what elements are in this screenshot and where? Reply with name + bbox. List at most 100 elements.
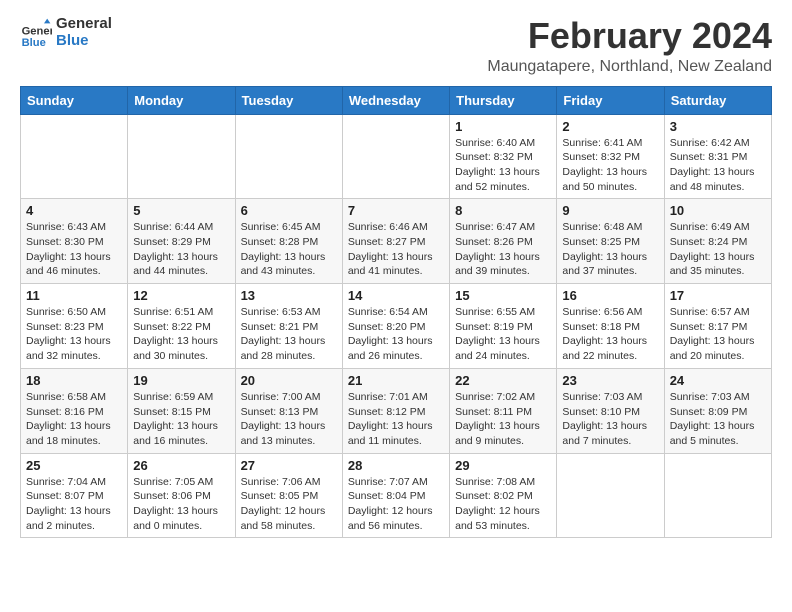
cell-info: Sunrise: 6:43 AM Sunset: 8:30 PM Dayligh…	[26, 220, 122, 279]
cell-info: Sunrise: 6:46 AM Sunset: 8:27 PM Dayligh…	[348, 220, 444, 279]
cell-info: Sunrise: 6:53 AM Sunset: 8:21 PM Dayligh…	[241, 305, 337, 364]
weekday-header-thursday: Thursday	[450, 86, 557, 114]
cell-info: Sunrise: 7:08 AM Sunset: 8:02 PM Dayligh…	[455, 475, 551, 534]
logo: General Blue General Blue	[20, 16, 112, 49]
cell-day-number: 8	[455, 203, 551, 218]
weekday-header-saturday: Saturday	[664, 86, 771, 114]
cell-day-number: 14	[348, 288, 444, 303]
weekday-header-wednesday: Wednesday	[342, 86, 449, 114]
cell-day-number: 16	[562, 288, 658, 303]
cell-day-number: 10	[670, 203, 766, 218]
calendar-cell: 17Sunrise: 6:57 AM Sunset: 8:17 PM Dayli…	[664, 284, 771, 369]
calendar-cell: 20 Sunrise: 7:00 AM Sunset: 8:13 PM Dayli…	[235, 368, 342, 453]
cell-info: Sunrise: 7:01 AM Sunset: 8:12 PM Dayligh…	[348, 390, 444, 449]
weekday-header-row: SundayMondayTuesdayWednesdayThursdayFrid…	[21, 86, 772, 114]
cell-day-number: 28	[348, 458, 444, 473]
svg-text:Blue: Blue	[22, 36, 46, 48]
calendar-cell	[342, 114, 449, 199]
calendar-cell: 7 Sunrise: 6:46 AM Sunset: 8:27 PM Daylig…	[342, 199, 449, 284]
logo-text-blue: Blue	[56, 33, 112, 50]
calendar-cell: 12Sunrise: 6:51 AM Sunset: 8:22 PM Dayli…	[128, 284, 235, 369]
calendar-cell	[21, 114, 128, 199]
calendar-cell: 6 Sunrise: 6:45 AM Sunset: 8:28 PM Daylig…	[235, 199, 342, 284]
cell-day-number: 23	[562, 373, 658, 388]
calendar-table: SundayMondayTuesdayWednesdayThursdayFrid…	[20, 86, 772, 539]
cell-day-number: 26	[133, 458, 229, 473]
week-row-2: 4 Sunrise: 6:43 AM Sunset: 8:30 PM Daylig…	[21, 199, 772, 284]
calendar-cell: 15 Sunrise: 6:55 AM Sunset: 8:19 PM Dayli…	[450, 284, 557, 369]
cell-info: Sunrise: 6:47 AM Sunset: 8:26 PM Dayligh…	[455, 220, 551, 279]
weekday-header-sunday: Sunday	[21, 86, 128, 114]
title-area: February 2024 Maungatapere, Northland, N…	[487, 16, 772, 76]
calendar-cell: 29 Sunrise: 7:08 AM Sunset: 8:02 PM Dayli…	[450, 453, 557, 538]
calendar-cell: 16 Sunrise: 6:56 AM Sunset: 8:18 PM Dayli…	[557, 284, 664, 369]
calendar-cell: 26 Sunrise: 7:05 AM Sunset: 8:06 PM Dayli…	[128, 453, 235, 538]
cell-info: Sunrise: 6:42 AM Sunset: 8:31 PM Dayligh…	[670, 136, 766, 195]
calendar-cell: 2 Sunrise: 6:41 AM Sunset: 8:32 PM Daylig…	[557, 114, 664, 199]
cell-info: Sunrise: 6:59 AM Sunset: 8:15 PM Dayligh…	[133, 390, 229, 449]
calendar-cell: 8 Sunrise: 6:47 AM Sunset: 8:26 PM Daylig…	[450, 199, 557, 284]
calendar-cell: 13Sunrise: 6:53 AM Sunset: 8:21 PM Dayli…	[235, 284, 342, 369]
calendar-cell	[235, 114, 342, 199]
cell-info: Sunrise: 7:03 AM Sunset: 8:10 PM Dayligh…	[562, 390, 658, 449]
calendar-cell: 1Sunrise: 6:40 AM Sunset: 8:32 PM Daylig…	[450, 114, 557, 199]
cell-day-number: 17	[670, 288, 766, 303]
cell-day-number: 7	[348, 203, 444, 218]
calendar-cell: 28 Sunrise: 7:07 AM Sunset: 8:04 PM Dayli…	[342, 453, 449, 538]
calendar-cell: 19 Sunrise: 6:59 AM Sunset: 8:15 PM Dayli…	[128, 368, 235, 453]
cell-info: Sunrise: 7:02 AM Sunset: 8:11 PM Dayligh…	[455, 390, 551, 449]
calendar-cell: 4 Sunrise: 6:43 AM Sunset: 8:30 PM Daylig…	[21, 199, 128, 284]
calendar-cell	[557, 453, 664, 538]
cell-info: Sunrise: 6:56 AM Sunset: 8:18 PM Dayligh…	[562, 305, 658, 364]
month-title: February 2024	[487, 16, 772, 56]
page-header: General Blue General Blue February 2024 …	[20, 16, 772, 76]
cell-info: Sunrise: 7:06 AM Sunset: 8:05 PM Dayligh…	[241, 475, 337, 534]
cell-day-number: 24	[670, 373, 766, 388]
cell-day-number: 29	[455, 458, 551, 473]
cell-day-number: 3	[670, 119, 766, 134]
cell-day-number: 11	[26, 288, 122, 303]
week-row-1: 1Sunrise: 6:40 AM Sunset: 8:32 PM Daylig…	[21, 114, 772, 199]
cell-info: Sunrise: 7:00 AM Sunset: 8:13 PM Dayligh…	[241, 390, 337, 449]
cell-info: Sunrise: 6:51 AM Sunset: 8:22 PM Dayligh…	[133, 305, 229, 364]
calendar-cell: 3 Sunrise: 6:42 AM Sunset: 8:31 PM Daylig…	[664, 114, 771, 199]
cell-day-number: 18	[26, 373, 122, 388]
calendar-cell: 24 Sunrise: 7:03 AM Sunset: 8:09 PM Dayli…	[664, 368, 771, 453]
calendar-cell: 21 Sunrise: 7:01 AM Sunset: 8:12 PM Dayli…	[342, 368, 449, 453]
cell-info: Sunrise: 6:40 AM Sunset: 8:32 PM Dayligh…	[455, 136, 551, 195]
cell-info: Sunrise: 7:03 AM Sunset: 8:09 PM Dayligh…	[670, 390, 766, 449]
week-row-5: 25Sunrise: 7:04 AM Sunset: 8:07 PM Dayli…	[21, 453, 772, 538]
calendar-cell: 11Sunrise: 6:50 AM Sunset: 8:23 PM Dayli…	[21, 284, 128, 369]
cell-day-number: 9	[562, 203, 658, 218]
calendar-cell: 18 Sunrise: 6:58 AM Sunset: 8:16 PM Dayli…	[21, 368, 128, 453]
cell-info: Sunrise: 6:58 AM Sunset: 8:16 PM Dayligh…	[26, 390, 122, 449]
cell-day-number: 21	[348, 373, 444, 388]
logo-icon: General Blue	[20, 17, 52, 49]
cell-info: Sunrise: 6:41 AM Sunset: 8:32 PM Dayligh…	[562, 136, 658, 195]
calendar-cell: 5Sunrise: 6:44 AM Sunset: 8:29 PM Daylig…	[128, 199, 235, 284]
cell-day-number: 15	[455, 288, 551, 303]
cell-day-number: 22	[455, 373, 551, 388]
calendar-cell: 25Sunrise: 7:04 AM Sunset: 8:07 PM Dayli…	[21, 453, 128, 538]
cell-day-number: 2	[562, 119, 658, 134]
cell-day-number: 4	[26, 203, 122, 218]
cell-info: Sunrise: 6:55 AM Sunset: 8:19 PM Dayligh…	[455, 305, 551, 364]
calendar-cell: 27 Sunrise: 7:06 AM Sunset: 8:05 PM Dayli…	[235, 453, 342, 538]
cell-day-number: 20	[241, 373, 337, 388]
cell-day-number: 27	[241, 458, 337, 473]
location-title: Maungatapere, Northland, New Zealand	[487, 58, 772, 76]
cell-info: Sunrise: 6:44 AM Sunset: 8:29 PM Dayligh…	[133, 220, 229, 279]
weekday-header-friday: Friday	[557, 86, 664, 114]
cell-day-number: 25	[26, 458, 122, 473]
calendar-cell: 9Sunrise: 6:48 AM Sunset: 8:25 PM Daylig…	[557, 199, 664, 284]
cell-info: Sunrise: 7:05 AM Sunset: 8:06 PM Dayligh…	[133, 475, 229, 534]
cell-info: Sunrise: 7:07 AM Sunset: 8:04 PM Dayligh…	[348, 475, 444, 534]
cell-day-number: 19	[133, 373, 229, 388]
cell-info: Sunrise: 6:45 AM Sunset: 8:28 PM Dayligh…	[241, 220, 337, 279]
week-row-4: 18 Sunrise: 6:58 AM Sunset: 8:16 PM Dayli…	[21, 368, 772, 453]
weekday-header-tuesday: Tuesday	[235, 86, 342, 114]
weekday-header-monday: Monday	[128, 86, 235, 114]
cell-info: Sunrise: 6:49 AM Sunset: 8:24 PM Dayligh…	[670, 220, 766, 279]
cell-info: Sunrise: 6:54 AM Sunset: 8:20 PM Dayligh…	[348, 305, 444, 364]
cell-day-number: 6	[241, 203, 337, 218]
